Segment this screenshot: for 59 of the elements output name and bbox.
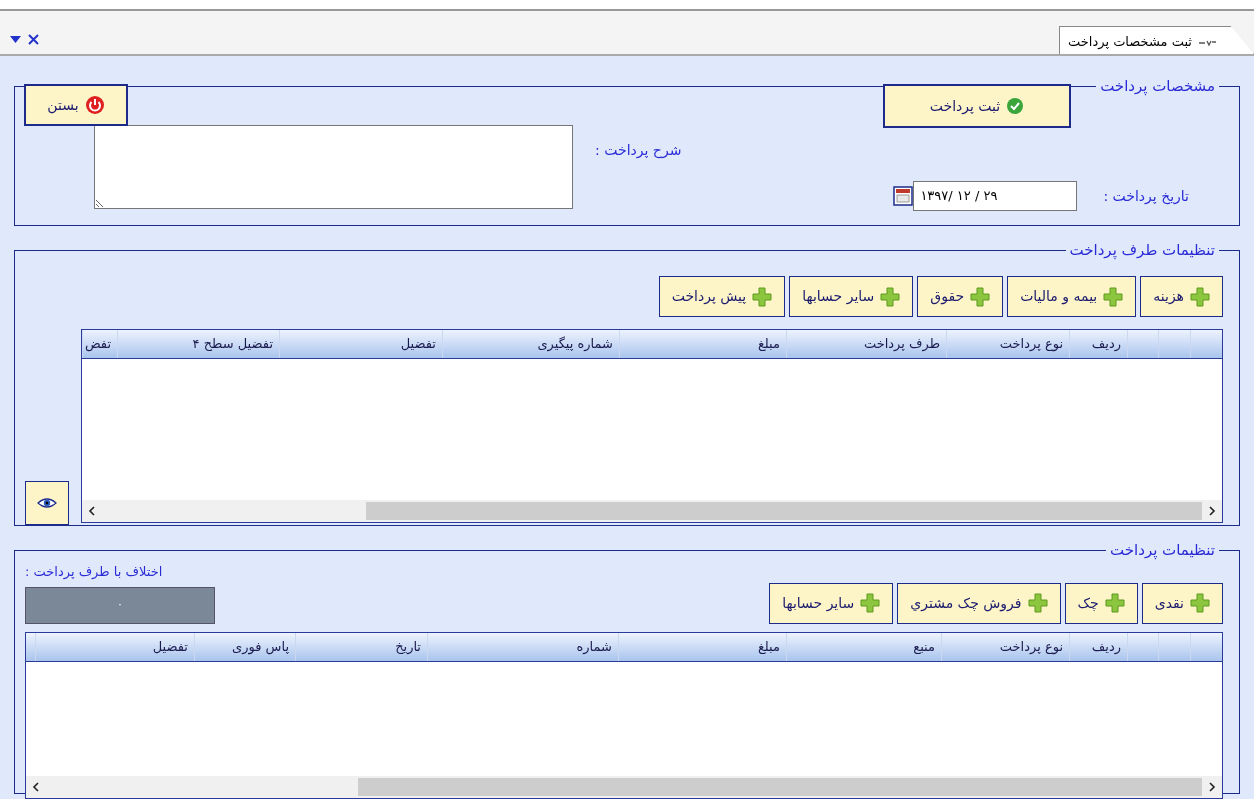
chevron-left-icon[interactable] <box>88 506 96 516</box>
plus-icon <box>1190 286 1210 307</box>
close-icon[interactable] <box>27 33 40 46</box>
plus-icon <box>1190 593 1210 613</box>
date-field[interactable]: ۱۳۹۷/ ۱۲ / ۲۹ <box>913 181 1078 211</box>
column-header[interactable]: تفضیل <box>279 330 442 358</box>
plus-icon <box>970 286 991 307</box>
close-button[interactable]: بستن <box>24 84 128 126</box>
plus-icon <box>860 593 881 613</box>
scrollbar[interactable] <box>26 775 1222 798</box>
column-header[interactable]: پاس فوری <box>194 632 295 661</box>
description-field[interactable] <box>94 125 574 209</box>
column-header[interactable]: تاریخ <box>295 632 427 661</box>
column-header[interactable]: تفضیل <box>35 632 194 661</box>
chevron-right-icon[interactable] <box>1208 781 1216 792</box>
chevron-left-icon[interactable] <box>32 781 40 792</box>
check-icon <box>1006 97 1025 115</box>
column-header[interactable]: نوع پرداخت <box>946 330 1069 358</box>
field-label: تاریخ پرداخت : <box>1103 186 1189 207</box>
section-title: مشخصات پرداخت <box>1099 76 1216 96</box>
field-label: اختلاف با طرف پرداخت : <box>25 563 163 582</box>
plus-icon <box>752 286 773 307</box>
eye-icon <box>37 495 57 511</box>
add-button[interactable]: حقوق <box>917 276 1004 317</box>
plus-icon <box>1104 593 1125 613</box>
calendar-icon[interactable] <box>893 186 914 206</box>
power-icon <box>84 95 105 115</box>
add-button[interactable]: فروش چک مشتري <box>897 582 1061 624</box>
column-header[interactable]: طرف پرداخت <box>786 330 946 358</box>
column-header[interactable]: ردیف <box>1069 632 1127 661</box>
tab[interactable]: ثبت مشخصات پرداخت <box>1059 26 1254 54</box>
caret-icon[interactable] <box>10 36 21 43</box>
scrollbar[interactable] <box>82 500 1222 522</box>
plus-icon <box>1103 286 1124 307</box>
difference-field: ۰ <box>25 586 215 624</box>
add-button[interactable]: پیش پرداخت <box>658 276 786 317</box>
plus-icon <box>1027 593 1048 613</box>
chevron-right-icon[interactable] <box>1208 506 1216 516</box>
add-button[interactable]: چک <box>1064 582 1138 624</box>
column-header[interactable]: مبلغ <box>618 632 786 661</box>
plus-icon <box>880 286 901 307</box>
add-button[interactable]: هزینه <box>1140 276 1223 317</box>
column-header[interactable]: ردیف <box>1069 330 1127 358</box>
view-button[interactable] <box>25 481 69 525</box>
add-button[interactable]: نقدی <box>1141 582 1223 624</box>
field-label: شرح پرداخت : <box>595 141 682 161</box>
add-button[interactable]: سایر حسابها <box>769 582 894 624</box>
column-header[interactable]: منبع <box>786 632 941 661</box>
column-header[interactable]: شماره <box>427 632 618 661</box>
add-button[interactable]: سایر حسابها <box>789 276 914 317</box>
section-title: تنظیمات پرداخت <box>1109 540 1216 560</box>
column-header[interactable]: تفض <box>82 330 117 358</box>
column-header[interactable]: تفضیل سطح ۴ <box>117 330 279 358</box>
column-header[interactable]: مبلغ <box>619 330 786 358</box>
column-header[interactable]: نوع پرداخت <box>941 632 1069 661</box>
section-title: تنظیمات طرف پرداخت <box>1068 240 1216 260</box>
submit-button[interactable]: ثبت پرداخت <box>883 84 1071 128</box>
column-header[interactable]: شماره پیگیری <box>442 330 619 358</box>
add-button[interactable]: بیمه و مالیات <box>1007 276 1137 317</box>
